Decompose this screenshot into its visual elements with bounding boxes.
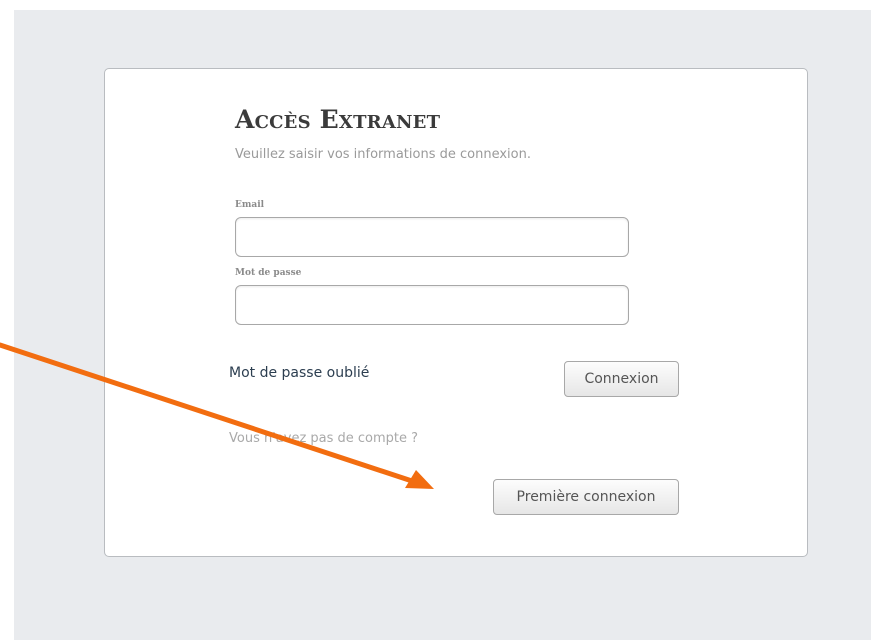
- password-label: Mot de passe: [235, 268, 302, 278]
- email-label: Email: [235, 200, 265, 210]
- forgot-password-link[interactable]: Mot de passe oublié: [229, 365, 369, 381]
- first-connection-button[interactable]: Première connexion: [493, 479, 679, 515]
- no-account-text: Vous n'avez pas de compte ?: [229, 431, 419, 446]
- page-title: Accès Extranet: [235, 105, 441, 134]
- email-field[interactable]: [235, 217, 629, 257]
- password-field[interactable]: [235, 285, 629, 325]
- login-card: Accès Extranet Veuillez saisir vos infor…: [104, 68, 808, 557]
- connexion-button[interactable]: Connexion: [564, 361, 679, 397]
- login-subtitle: Veuillez saisir vos informations de conn…: [235, 147, 531, 162]
